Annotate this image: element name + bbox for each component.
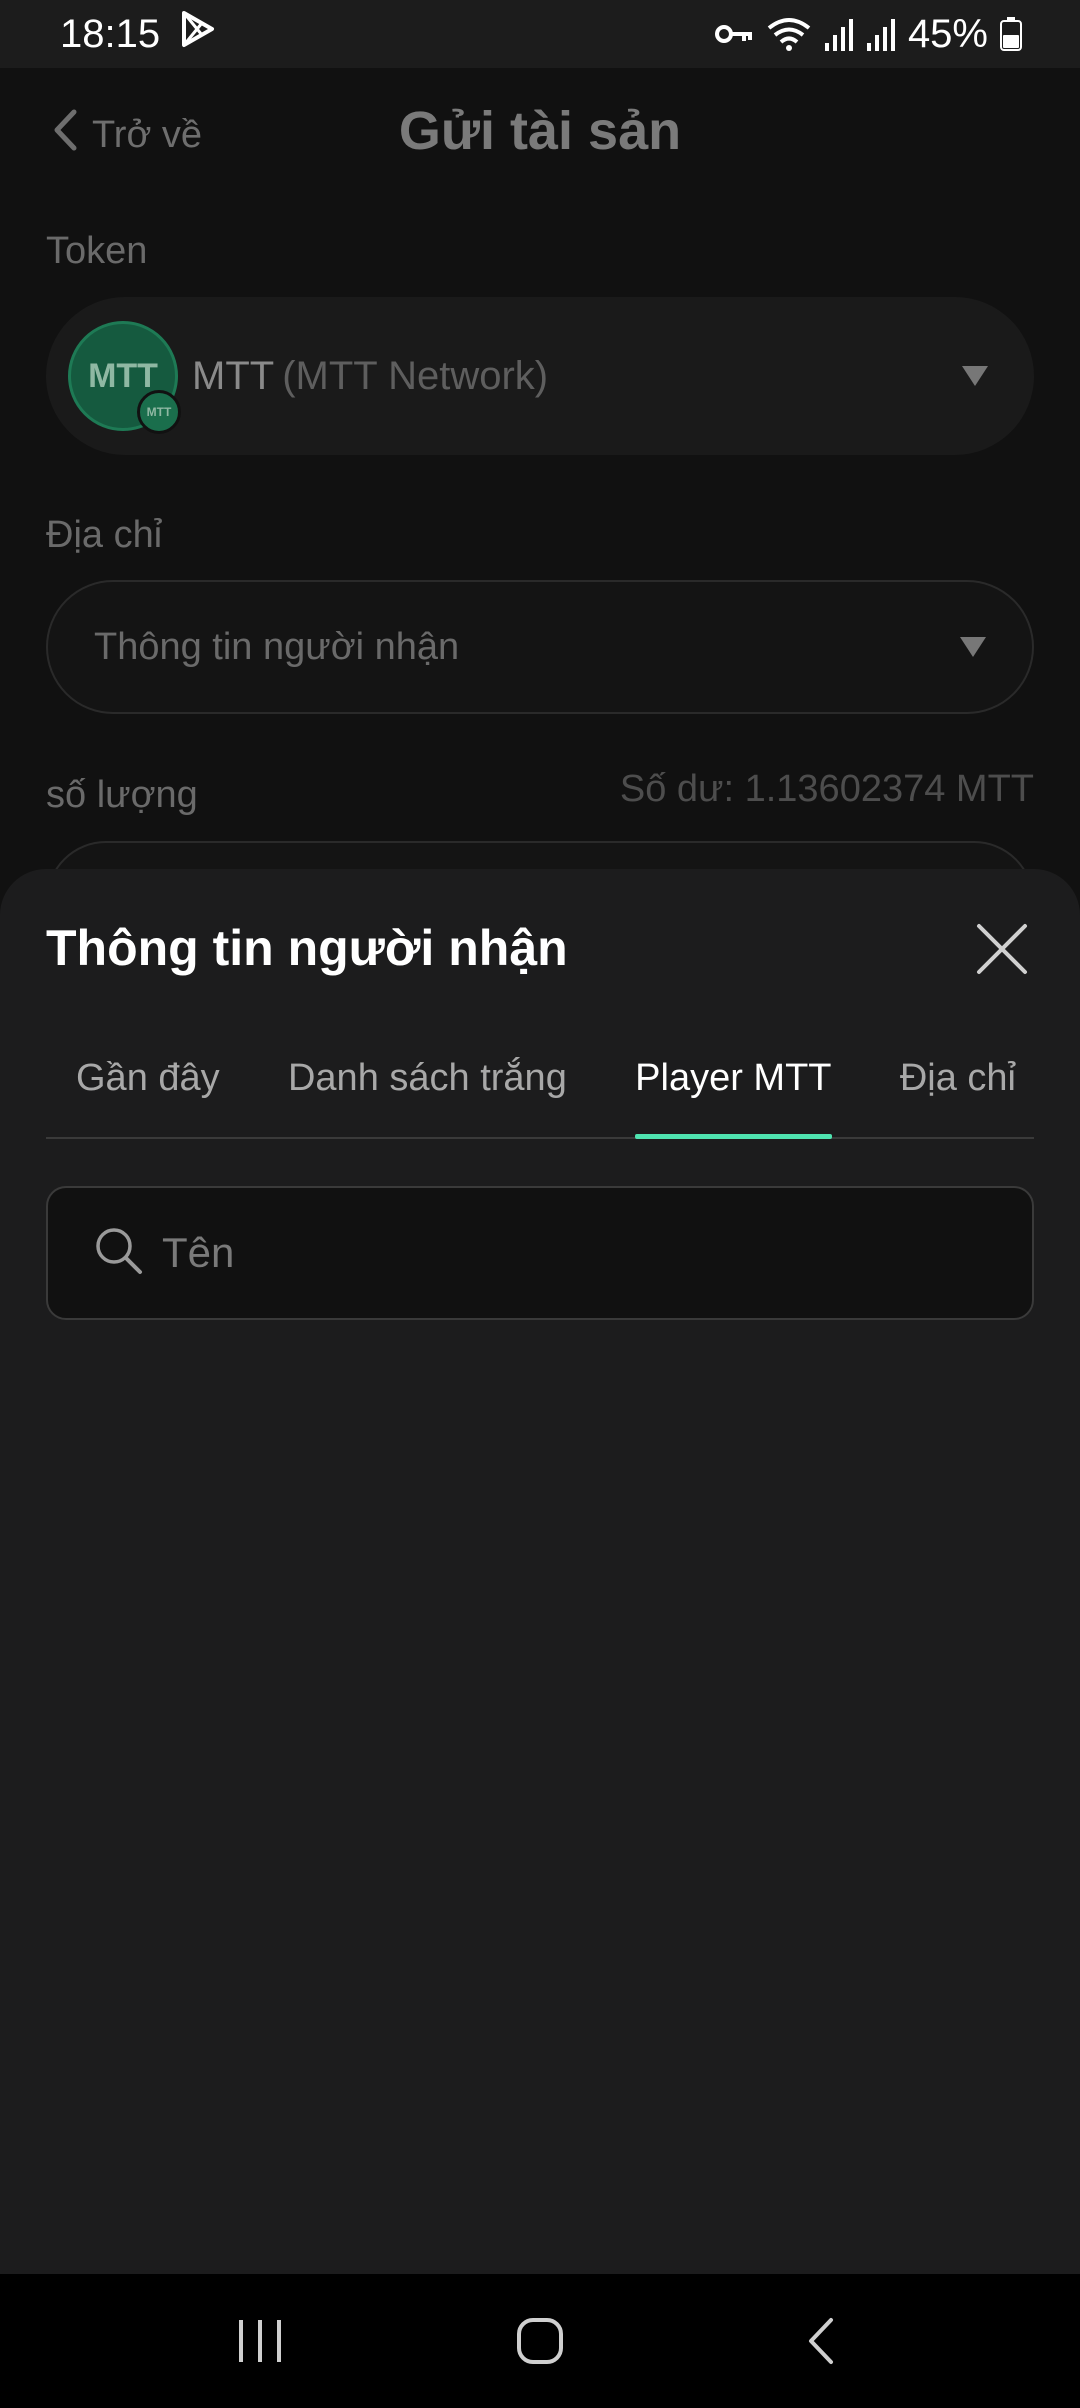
search-input[interactable] (162, 1229, 962, 1277)
close-button[interactable] (974, 921, 1030, 977)
back-nav-button[interactable] (775, 2301, 865, 2381)
battery-percent: 45% (907, 11, 988, 56)
status-bar: 18:15 45% (0, 0, 1080, 68)
recipient-sheet: Thông tin người nhận Gần đây Danh sách t… (0, 869, 1080, 2274)
search-box[interactable] (46, 1186, 1034, 1320)
recipient-tabs: Gần đây Danh sách trắng Player MTT Địa c… (46, 1039, 1034, 1139)
caret-down-icon (960, 637, 986, 657)
navigation-bar (0, 2274, 1080, 2408)
tab-recent[interactable]: Gần đây (76, 1039, 220, 1137)
signal-icon (866, 17, 896, 51)
sheet-title: Thông tin người nhận (46, 920, 568, 976)
status-right: 45% (714, 12, 1022, 57)
status-left: 18:15 (60, 10, 216, 58)
amount-label: số lượng (46, 774, 198, 816)
address-label: Địa chỉ (46, 514, 163, 556)
token-select[interactable]: MTT MTT MTT (MTT Network) (46, 297, 1034, 455)
token-badge-text: MTT (146, 405, 172, 419)
battery-icon (1000, 17, 1022, 51)
recent-apps-button[interactable] (215, 2301, 305, 2381)
caret-down-icon (962, 366, 988, 386)
play-store-icon (180, 10, 216, 58)
screen: 18:15 45% Trở về Gửi tài sản Token MTT M… (0, 0, 1080, 2408)
back-arrow-icon (809, 2318, 833, 2364)
vpn-key-icon (714, 21, 754, 47)
token-logo-text: MTT (88, 356, 158, 395)
token-label: Token (46, 230, 148, 272)
home-button[interactable] (495, 2301, 585, 2381)
balance-text: Số dư: 1.13602374 MTT (619, 768, 1034, 810)
token-network: (MTT Network) (282, 353, 549, 398)
mtt-logo-icon: MTT MTT (68, 321, 181, 434)
search-icon (94, 1226, 144, 1281)
mtt-badge-icon: MTT (137, 390, 181, 434)
address-select[interactable]: Thông tin người nhận (46, 580, 1034, 714)
close-icon (977, 924, 1027, 974)
status-time: 18:15 (60, 11, 161, 56)
address-placeholder: Thông tin người nhận (94, 625, 460, 668)
tab-player-mtt[interactable]: Player MTT (635, 1039, 832, 1139)
signal-icon (824, 17, 854, 51)
wifi-icon (766, 16, 812, 52)
tab-whitelist[interactable]: Danh sách trắng (288, 1039, 567, 1137)
page-title: Gửi tài sản (398, 101, 682, 161)
home-icon (517, 2318, 563, 2364)
tab-address[interactable]: Địa chỉ (900, 1039, 1016, 1137)
token-symbol: MTT (192, 353, 275, 398)
recent-apps-icon (239, 2320, 281, 2362)
